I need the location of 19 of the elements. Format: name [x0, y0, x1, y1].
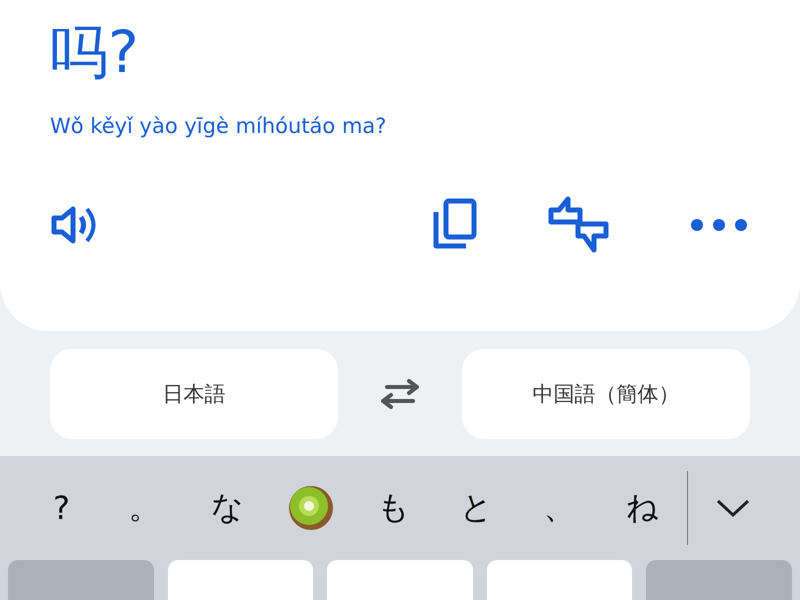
suggestion-item[interactable]: ?: [20, 489, 103, 527]
suggestion-item[interactable]: 。: [103, 486, 186, 530]
feedback-button[interactable]: [548, 196, 610, 254]
kiwi-icon: [288, 485, 334, 531]
source-language-button[interactable]: 日本語: [50, 349, 338, 439]
collapse-button[interactable]: [716, 498, 750, 518]
swap-icon: [379, 379, 421, 409]
thumbs-icon: [548, 196, 610, 254]
romanization-text: Wǒ kěyǐ yào yīgè míhóutáo ma?: [50, 114, 386, 138]
suggestion-item[interactable]: な: [186, 486, 269, 530]
translated-text: 吗?: [50, 17, 139, 88]
suggestion-item[interactable]: と: [435, 486, 518, 530]
suggestion-item[interactable]: ね: [601, 486, 684, 530]
more-icon: [690, 218, 748, 232]
suggestion-item[interactable]: 、: [518, 486, 601, 530]
more-button[interactable]: [690, 218, 748, 232]
suggestion-item[interactable]: も: [352, 486, 435, 530]
target-language-button[interactable]: 中国語（簡体）: [462, 349, 750, 439]
chevron-down-icon: [716, 498, 750, 518]
